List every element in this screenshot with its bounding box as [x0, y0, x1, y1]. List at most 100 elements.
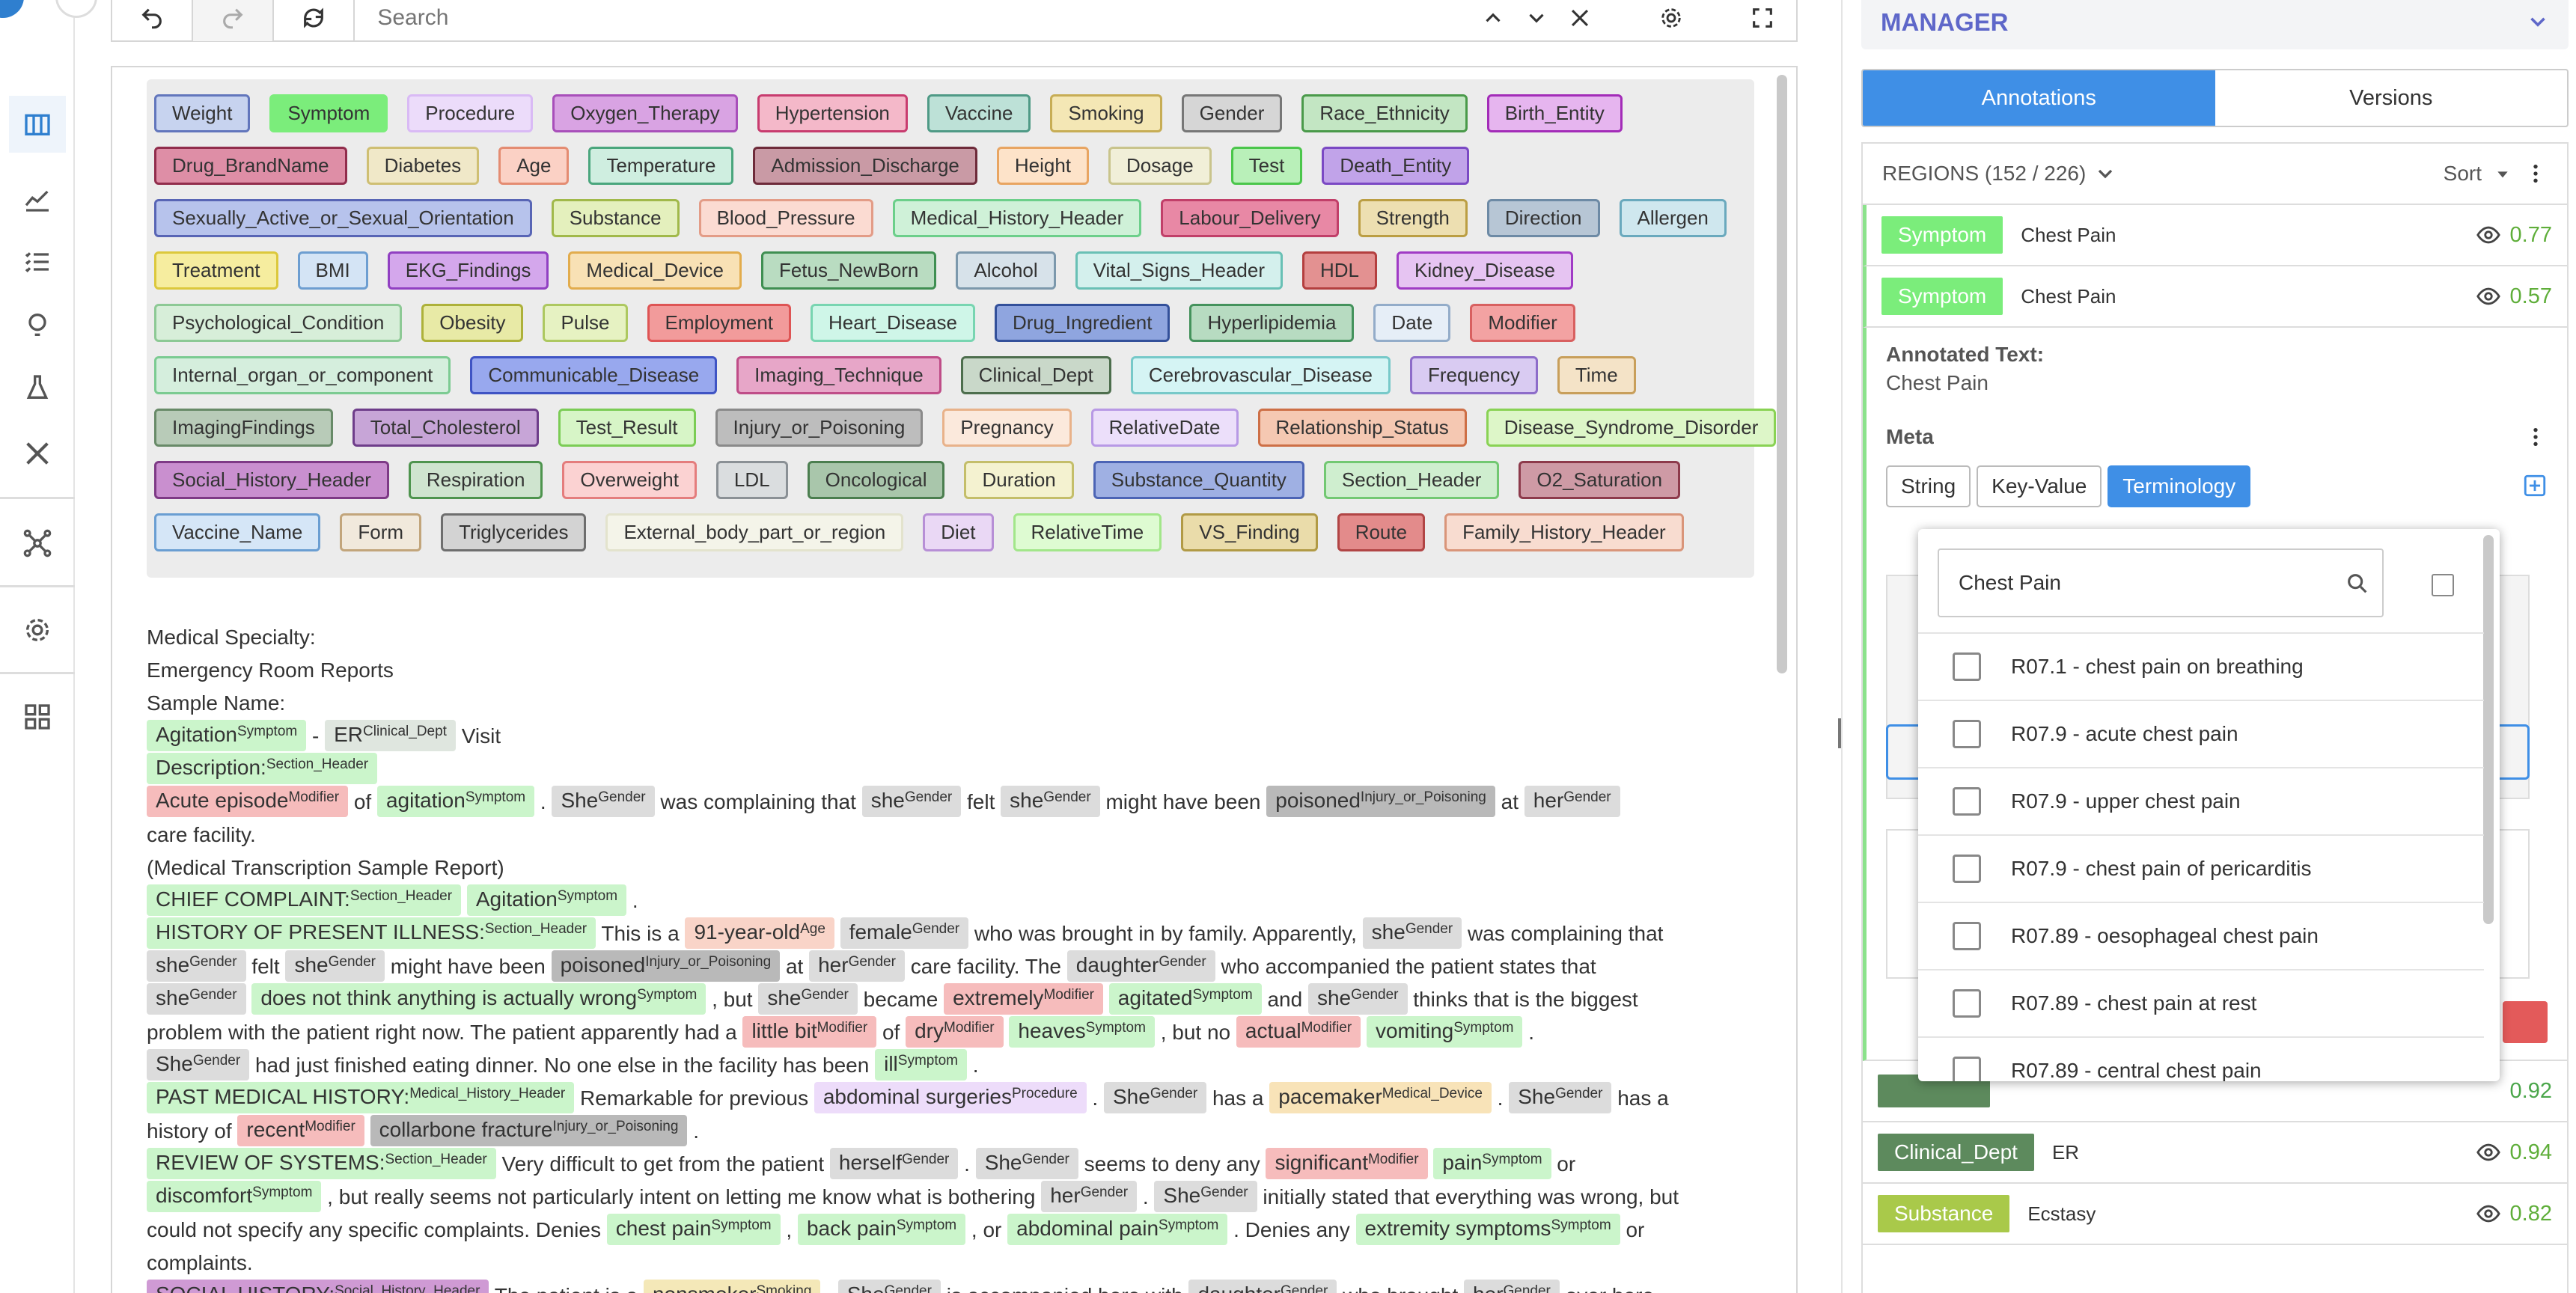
terminology-option[interactable]: R07.9 - acute chest pain — [1918, 700, 2484, 767]
entity-highlight[interactable]: poisonedInjury_or_Poisoning — [551, 950, 781, 982]
label-chip[interactable]: Total_Cholesterol — [352, 409, 539, 447]
entity-highlight[interactable]: SheGender — [837, 1280, 941, 1293]
label-chip[interactable]: Heart_Disease — [811, 304, 975, 342]
label-chip[interactable]: Age — [498, 147, 570, 185]
library-icon[interactable] — [9, 96, 66, 153]
meta-key-value-button[interactable]: Key-Value — [1977, 465, 2102, 507]
label-chip[interactable]: Medical_History_Header — [892, 199, 1142, 237]
label-chip[interactable]: Dosage — [1108, 147, 1212, 185]
tools-icon[interactable] — [9, 425, 66, 482]
reset-button[interactable] — [274, 0, 355, 41]
apps-grid-icon[interactable] — [9, 688, 66, 745]
label-chip[interactable]: Pulse — [543, 304, 628, 342]
region-item[interactable]: Clinical_Dept ER 0.94 — [1863, 1122, 2567, 1184]
entity-highlight[interactable]: abdominal surgeriesProcedure — [814, 1082, 1087, 1113]
entity-highlight[interactable]: herGender — [809, 950, 905, 982]
entity-highlight[interactable]: discomfortSymptom — [147, 1181, 322, 1212]
sort-down-icon[interactable] — [2491, 162, 2515, 186]
option-checkbox[interactable] — [1953, 922, 1981, 950]
entity-highlight[interactable]: herGender — [1524, 786, 1620, 817]
tab-annotations[interactable]: Annotations — [1863, 70, 2215, 126]
select-all-checkbox[interactable] — [2432, 574, 2454, 596]
label-chip[interactable]: Drug_Ingredient — [994, 304, 1171, 342]
label-chip[interactable]: Symptom — [269, 94, 388, 132]
entity-highlight[interactable]: agitationSymptom — [376, 786, 535, 817]
label-chip[interactable]: Modifier — [1470, 304, 1575, 342]
entity-highlight[interactable]: HISTORY OF PRESENT ILLNESS:Section_Heade… — [147, 917, 596, 949]
label-chip[interactable]: Overweight — [562, 461, 697, 499]
entity-highlight[interactable]: SheGender — [147, 1049, 250, 1080]
terminology-option[interactable]: R07.9 - upper chest pain — [1918, 767, 2484, 834]
entity-highlight[interactable]: painSymptom — [1433, 1148, 1551, 1179]
label-chip[interactable]: VS_Finding — [1181, 513, 1318, 551]
label-chip[interactable]: Communicable_Disease — [470, 356, 718, 394]
entity-highlight[interactable]: sheGender — [758, 983, 858, 1015]
lightbulb-icon[interactable] — [9, 296, 66, 353]
entity-highlight[interactable]: back painSymptom — [797, 1214, 966, 1245]
settings-gear-icon[interactable] — [9, 602, 66, 658]
label-chip[interactable]: BMI — [297, 251, 368, 290]
label-chip[interactable]: Frequency — [1410, 356, 1538, 394]
entity-highlight[interactable]: SheGender — [1104, 1082, 1207, 1113]
meta-string-button[interactable]: String — [1886, 465, 1971, 507]
undo-button[interactable] — [112, 0, 194, 41]
label-chip[interactable]: Disease_Syndrome_Disorder — [1486, 409, 1777, 447]
label-chip[interactable]: Diet — [923, 513, 994, 551]
entity-highlight[interactable]: SheGender — [1154, 1181, 1257, 1212]
entity-highlight[interactable]: herGender — [1041, 1181, 1138, 1212]
label-chip[interactable]: RelativeTime — [1013, 513, 1162, 551]
terminology-option[interactable]: R07.89 - oesophageal chest pain — [1918, 902, 2484, 969]
entity-highlight[interactable]: vomitingSymptom — [1366, 1016, 1523, 1048]
entity-highlight[interactable]: collarbone fractureInjury_or_Poisoning — [370, 1115, 688, 1146]
entity-highlight[interactable]: extremelyModifier — [944, 983, 1104, 1015]
entity-highlight[interactable]: REVIEW OF SYSTEMS:Section_Header — [147, 1148, 496, 1179]
label-chip[interactable]: Obesity — [421, 304, 524, 342]
entity-highlight[interactable]: SheGender — [975, 1148, 1078, 1179]
region-item[interactable]: Substance Ecstasy 0.82 — [1863, 1184, 2567, 1245]
label-chip[interactable]: LDL — [715, 461, 788, 499]
analytics-icon[interactable] — [9, 171, 66, 227]
label-chip[interactable]: Pregnancy — [942, 409, 1072, 447]
label-chip[interactable]: Sexually_Active_or_Sexual_Orientation — [154, 199, 532, 237]
label-chip[interactable]: Kidney_Disease — [1397, 251, 1573, 290]
label-chip[interactable]: Death_Entity — [1322, 147, 1470, 185]
entity-highlight[interactable]: agitatedSymptom — [1108, 983, 1262, 1015]
label-chip[interactable]: Oncological — [807, 461, 945, 499]
label-chip[interactable]: Smoking — [1050, 94, 1162, 132]
label-chip[interactable]: Hypertension — [757, 94, 908, 132]
label-chip[interactable]: Psychological_Condition — [154, 304, 403, 342]
eye-icon[interactable] — [2476, 222, 2501, 248]
label-chip[interactable]: HDL — [1302, 251, 1378, 290]
option-checkbox[interactable] — [1953, 652, 1981, 681]
close-icon[interactable] — [1567, 5, 1593, 31]
terminology-option[interactable]: R07.89 - chest pain at rest — [1918, 969, 2484, 1036]
label-chip[interactable]: Section_Header — [1323, 461, 1500, 499]
label-chip[interactable]: Procedure — [407, 94, 534, 132]
label-chip[interactable]: Labour_Delivery — [1161, 199, 1339, 237]
entity-highlight[interactable]: SheGender — [1509, 1082, 1612, 1113]
entity-highlight[interactable]: Description:Section_Header — [147, 753, 378, 784]
label-chip[interactable]: Social_History_Header — [154, 461, 389, 499]
label-chip[interactable]: Family_History_Header — [1444, 513, 1684, 551]
more-vertical-icon[interactable] — [2524, 425, 2548, 449]
chevron-down-icon[interactable] — [1524, 5, 1549, 31]
entity-highlight[interactable]: pacemakerMedical_Device — [1269, 1082, 1492, 1113]
label-chip[interactable]: Race_Ethnicity — [1301, 94, 1468, 132]
label-chip[interactable]: Oxygen_Therapy — [552, 94, 738, 132]
label-chip[interactable]: Employment — [647, 304, 791, 342]
entity-highlight[interactable]: SOCIAL HISTORY:Social_History_Header — [147, 1280, 489, 1293]
entity-highlight[interactable]: sheGender — [1362, 917, 1462, 949]
label-chip[interactable]: Internal_organ_or_component — [154, 356, 451, 394]
label-chip[interactable]: EKG_Findings — [387, 251, 549, 290]
entity-highlight[interactable]: daughterGender — [1188, 1280, 1337, 1293]
entity-highlight[interactable]: 91-year-oldAge — [685, 917, 834, 949]
label-chip[interactable]: Date — [1373, 304, 1451, 342]
label-chip[interactable]: Alcohol — [956, 251, 1056, 290]
option-checkbox[interactable] — [1953, 787, 1981, 816]
entity-highlight[interactable]: sheGender — [861, 786, 962, 817]
meta-terminology-button[interactable]: Terminology — [2108, 465, 2251, 507]
label-chip[interactable]: Treatment — [154, 251, 278, 290]
redo-button[interactable] — [193, 0, 275, 41]
entity-highlight[interactable]: AgitationSymptom — [147, 720, 307, 751]
manager-header[interactable]: MANAGER — [1861, 0, 2569, 49]
